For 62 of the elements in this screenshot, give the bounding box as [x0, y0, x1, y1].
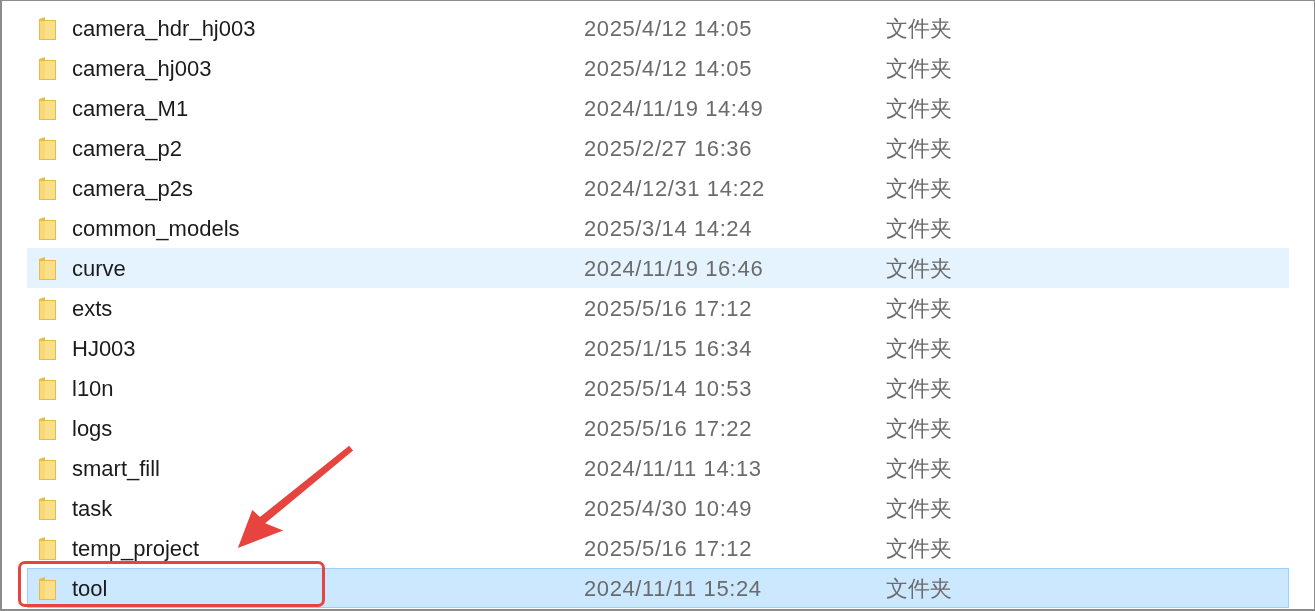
folder-icon: [38, 175, 57, 201]
file-name: l10n: [72, 375, 114, 401]
file-name: camera_hdr_hj003: [72, 15, 256, 41]
file-name: common_models: [72, 215, 240, 241]
modified-date: 2025/4/12 14:05: [584, 55, 753, 81]
modified-date: 2024/11/11 15:24: [584, 575, 762, 601]
folder-icon: [38, 295, 57, 321]
folder-icon: [38, 375, 57, 401]
modified-date: 2025/5/16 17:12: [584, 295, 753, 321]
file-name: camera_p2s: [72, 175, 194, 201]
file-name: camera_M1: [72, 95, 189, 121]
folder-icon: [38, 575, 57, 601]
file-name: camera_hj003: [72, 55, 212, 81]
file-row[interactable]: curve 2024/11/19 16:46 文件夹: [27, 248, 1289, 288]
file-name: tool: [72, 575, 108, 601]
file-type: 文件夹: [886, 375, 952, 401]
modified-date: 2025/5/14 10:53: [584, 375, 753, 401]
file-name: temp_project: [72, 535, 200, 561]
modified-date: 2024/12/31 14:22: [584, 175, 765, 201]
file-row[interactable]: tool 2024/11/11 15:24 文件夹: [27, 568, 1289, 608]
folder-icon: [38, 95, 57, 121]
folder-icon: [38, 535, 57, 561]
folder-icon: [38, 215, 57, 241]
modified-date: 2025/2/27 16:36: [584, 135, 753, 161]
folder-icon: [38, 335, 57, 361]
file-type: 文件夹: [886, 415, 952, 441]
file-type: 文件夹: [886, 95, 952, 121]
file-type: 文件夹: [886, 15, 952, 41]
modified-date: 2025/3/14 14:24: [584, 215, 753, 241]
file-type: 文件夹: [886, 135, 952, 161]
folder-icon: [38, 15, 57, 41]
modified-date: 2025/5/16 17:22: [584, 415, 753, 441]
file-name: task: [72, 495, 113, 521]
file-type: 文件夹: [886, 455, 952, 481]
file-type: 文件夹: [886, 495, 952, 521]
folder-icon: [38, 495, 57, 521]
file-type: 文件夹: [886, 55, 952, 81]
file-name: curve: [72, 255, 126, 281]
folder-icon: [38, 455, 57, 481]
file-type: 文件夹: [886, 535, 952, 561]
modified-date: 2024/11/19 14:49: [584, 95, 764, 121]
file-type: 文件夹: [886, 255, 952, 281]
modified-date: 2025/4/12 14:05: [584, 15, 753, 41]
folder-icon: [38, 55, 57, 81]
file-name: exts: [72, 295, 113, 321]
modified-date: 2025/4/30 10:49: [584, 495, 753, 521]
file-name: HJ003: [72, 335, 136, 361]
folder-icon: [38, 135, 57, 161]
file-type: 文件夹: [886, 175, 952, 201]
folder-icon: [38, 255, 57, 281]
file-type: 文件夹: [886, 335, 952, 361]
modified-date: 2025/5/16 17:12: [584, 535, 753, 561]
file-name: logs: [72, 415, 113, 441]
modified-date: 2024/11/19 16:46: [584, 255, 764, 281]
modified-date: 2024/11/11 14:13: [584, 455, 762, 481]
file-name: camera_p2: [72, 135, 183, 161]
file-type: 文件夹: [886, 215, 952, 241]
folder-icon: [38, 415, 57, 441]
file-name: smart_fill: [72, 455, 160, 481]
modified-date: 2025/1/15 16:34: [584, 335, 753, 361]
file-type: 文件夹: [886, 295, 952, 321]
file-type: 文件夹: [886, 575, 952, 601]
